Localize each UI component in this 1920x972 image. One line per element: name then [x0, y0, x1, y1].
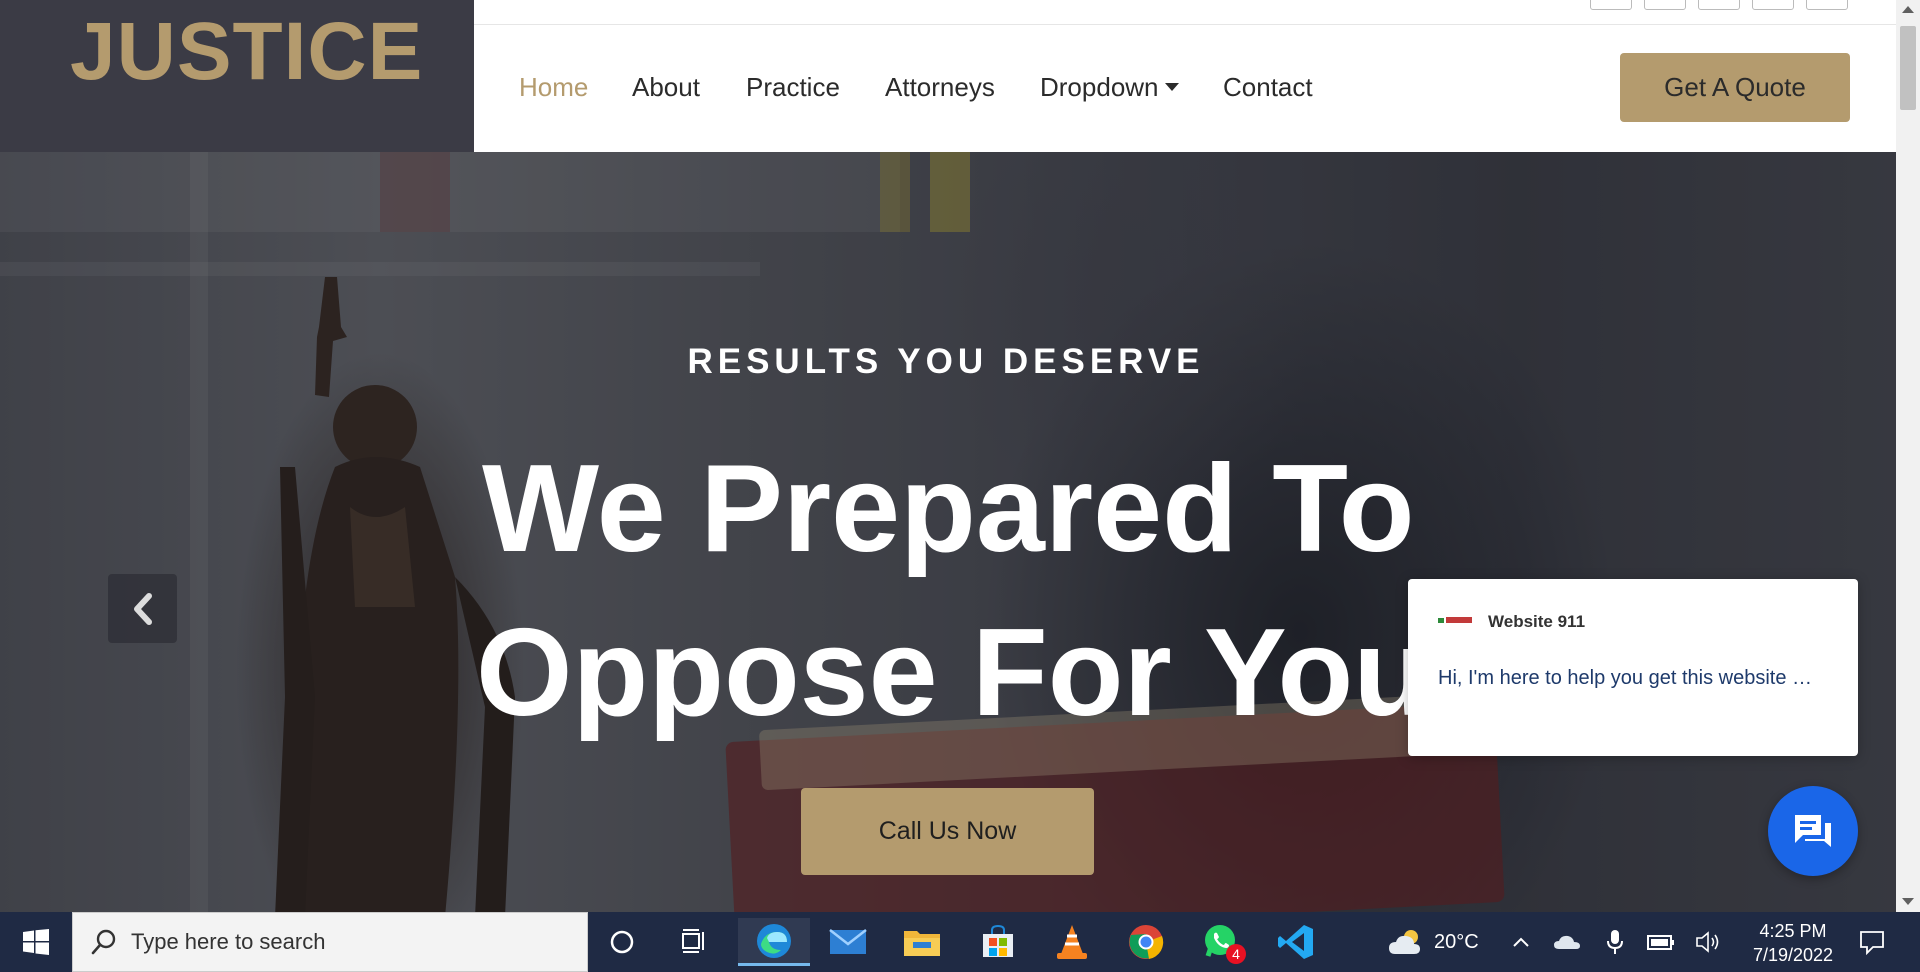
tray-overflow-button[interactable]	[1506, 918, 1536, 966]
scroll-down-arrow-icon[interactable]	[1902, 898, 1914, 905]
search-icon	[91, 929, 116, 955]
clock-date: 7/19/2022	[1752, 945, 1834, 965]
onedrive-button[interactable]	[1550, 918, 1584, 966]
chevron-left-icon	[133, 592, 152, 625]
task-view-button[interactable]	[660, 918, 728, 966]
hero-section: RESULTS YOU DESERVE We Prepared To Oppos…	[0, 152, 1896, 912]
call-us-now-button[interactable]: Call Us Now	[801, 788, 1094, 875]
vscode-icon	[1278, 925, 1313, 959]
whatsapp-button[interactable]: 4	[1188, 918, 1256, 966]
chrome-button[interactable]	[1112, 918, 1180, 966]
volume-button[interactable]	[1692, 918, 1726, 966]
cloud-weather-icon	[1389, 930, 1420, 954]
file-explorer-button[interactable]	[888, 918, 956, 966]
nav-dropdown[interactable]: Dropdown	[1040, 71, 1179, 103]
mail-icon	[829, 929, 867, 954]
hero-title: We Prepared To Oppose For You	[476, 427, 1429, 755]
folder-icon	[904, 931, 940, 956]
chat-bubble-icon	[1795, 815, 1831, 847]
scroll-thumb[interactable]	[1900, 26, 1916, 110]
logo[interactable]: JUSTICE	[0, 0, 474, 152]
task-view-icon	[682, 929, 704, 953]
windows-logo-icon	[23, 929, 49, 955]
action-center-icon	[1860, 931, 1884, 955]
battery-button[interactable]	[1644, 918, 1678, 966]
cortana-icon	[610, 930, 634, 954]
hero-title-line-2: Oppose For You	[476, 604, 1430, 742]
start-button[interactable]	[0, 912, 72, 972]
weather-temperature[interactable]: 20°C	[1434, 931, 1479, 954]
notifications-button[interactable]	[1852, 918, 1892, 966]
chat-popup[interactable]: Website 911 Hi, I'm here to help you get…	[1408, 579, 1858, 756]
social-link[interactable]	[1806, 0, 1848, 10]
vscode-button[interactable]	[1262, 918, 1330, 966]
chevron-up-icon	[1513, 937, 1529, 947]
nav-contact[interactable]: Contact	[1223, 71, 1313, 103]
store-button[interactable]	[964, 918, 1032, 966]
vlc-button[interactable]	[1038, 918, 1106, 966]
chrome-icon	[1129, 925, 1164, 959]
edge-button[interactable]	[738, 918, 810, 966]
windows-taskbar: Type here to search 4 20°C 4:25 PM 7/19/…	[0, 912, 1920, 972]
cortana-button[interactable]	[588, 918, 656, 966]
website-911-logo	[1438, 617, 1472, 623]
main-navigation: Home About Practice Attorneys Dropdown C…	[474, 25, 1896, 152]
nav-home[interactable]: Home	[519, 71, 588, 103]
battery-charging-icon	[1647, 935, 1674, 950]
logo-text: JUSTICE	[70, 6, 424, 97]
nav-practice[interactable]: Practice	[746, 71, 840, 103]
social-link[interactable]	[1698, 0, 1740, 10]
carousel-prev-button[interactable]	[108, 574, 177, 643]
weather-button[interactable]	[1382, 918, 1432, 966]
edge-browser-icon	[757, 923, 791, 958]
caret-down-icon	[1164, 83, 1179, 92]
notification-badge: 4	[1226, 944, 1246, 964]
nav-dropdown-label: Dropdown	[1040, 72, 1159, 102]
search-placeholder: Type here to search	[131, 929, 326, 954]
speaker-volume-icon	[1696, 931, 1719, 953]
microsoft-store-icon	[983, 924, 1013, 957]
system-clock[interactable]: 4:25 PM 7/19/2022	[1738, 919, 1848, 967]
top-bar	[474, 0, 1896, 25]
page-scrollbar[interactable]	[1896, 0, 1920, 912]
scroll-up-arrow-icon[interactable]	[1902, 6, 1914, 13]
hero-title-line-1: We Prepared To	[482, 440, 1415, 578]
clock-time: 4:25 PM	[1759, 921, 1827, 941]
social-link[interactable]	[1752, 0, 1794, 10]
microphone-icon	[1607, 930, 1623, 954]
mail-button[interactable]	[814, 918, 882, 966]
taskbar-search-box[interactable]: Type here to search	[72, 912, 588, 972]
nav-attorneys[interactable]: Attorneys	[885, 71, 995, 103]
social-link[interactable]	[1590, 0, 1632, 10]
microphone-button[interactable]	[1598, 918, 1632, 966]
nav-about[interactable]: About	[632, 71, 700, 103]
chat-message: Hi, I'm here to help you get this websit…	[1438, 667, 1812, 689]
browser-viewport: JUSTICE Home About Practice Attorneys Dr…	[0, 0, 1896, 912]
chat-launcher-button[interactable]	[1768, 786, 1858, 876]
social-link[interactable]	[1644, 0, 1686, 10]
get-quote-button[interactable]: Get A Quote	[1620, 53, 1850, 122]
hero-kicker: RESULTS YOU DESERVE	[687, 342, 1205, 381]
vlc-cone-icon	[1057, 925, 1087, 959]
chat-sender-name: Website 911	[1488, 612, 1586, 631]
onedrive-cloud-icon	[1554, 935, 1580, 949]
